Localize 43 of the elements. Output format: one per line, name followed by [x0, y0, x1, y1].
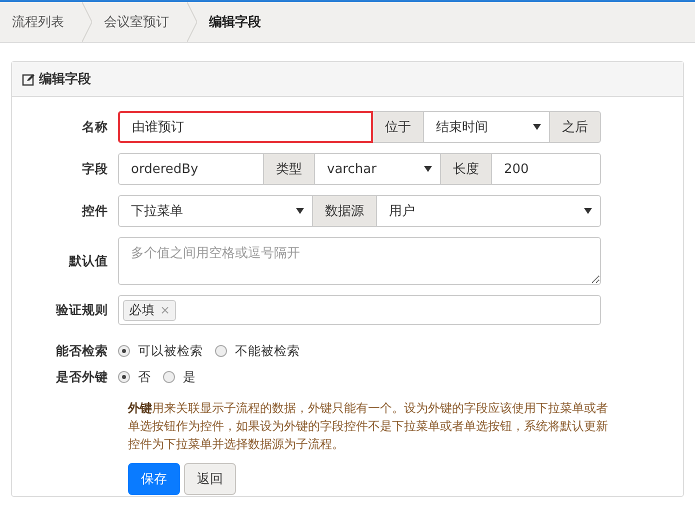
chevron-icon — [187, 2, 197, 42]
caret-icon — [584, 208, 592, 214]
caret-icon — [296, 208, 304, 214]
field-label: 名称 — [80, 118, 109, 136]
tag-input[interactable]: 必填 × — [118, 295, 601, 325]
text-input[interactable]: orderedBy — [118, 153, 264, 185]
radio-label: 是 — [183, 368, 196, 386]
field-label: 是否外键 — [55, 368, 109, 386]
radio-button[interactable] — [163, 371, 175, 383]
field-label: 默认值 — [68, 252, 109, 270]
field-label: 能否检索 — [55, 342, 109, 360]
radio-label: 可以被检索 — [138, 342, 203, 360]
save-button[interactable]: 保存 — [128, 463, 180, 495]
field-label: 控件 — [80, 202, 109, 220]
input-addon: 长度 — [440, 153, 492, 185]
select-field[interactable]: 下拉菜单 — [118, 195, 313, 227]
caret-icon — [424, 166, 432, 172]
text-input[interactable]: 200 — [491, 153, 601, 185]
back-button[interactable]: 返回 — [184, 463, 236, 495]
input-addon: 数据源 — [312, 195, 377, 227]
field-label: 验证规则 — [54, 301, 109, 319]
select-field[interactable]: 用户 — [376, 195, 601, 227]
text-input[interactable]: 由谁预订 — [118, 111, 373, 143]
tag-label: 必填 — [129, 302, 155, 318]
radio-label: 否 — [138, 368, 151, 386]
select-field[interactable]: 结束时间 — [423, 111, 550, 143]
radio-button[interactable] — [118, 345, 130, 357]
input-addon: 位于 — [372, 111, 424, 143]
field-label: 字段 — [81, 160, 109, 178]
breadcrumb-link[interactable]: 会议室预订 — [92, 2, 187, 42]
textarea-field[interactable]: 多个值之间用空格或逗号隔开 — [118, 237, 601, 285]
radio-button[interactable] — [118, 371, 130, 383]
select-field[interactable]: varchar — [314, 153, 441, 185]
chevron-icon — [82, 2, 92, 42]
caret-icon — [533, 124, 541, 130]
breadcrumb-link[interactable]: 流程列表 — [0, 2, 82, 42]
radio-label: 不能被检索 — [235, 342, 300, 360]
panel-title: 编辑字段 — [39, 70, 91, 88]
edit-icon — [22, 72, 35, 86]
help-text: 外键用来关联显示子流程的数据，外键只能有一个。设为外键的字段应该使用下拉菜单或者单选按钮作为控件，如果设为外键的字段控件不是下拉菜单或者单选按钮，系统将默认更新控件为下拉菜单并选择数据源为子流程。 — [128, 400, 609, 453]
input-addon: 类型 — [263, 153, 315, 185]
radio-button[interactable] — [215, 345, 227, 357]
input-addon: 之后 — [549, 111, 601, 143]
